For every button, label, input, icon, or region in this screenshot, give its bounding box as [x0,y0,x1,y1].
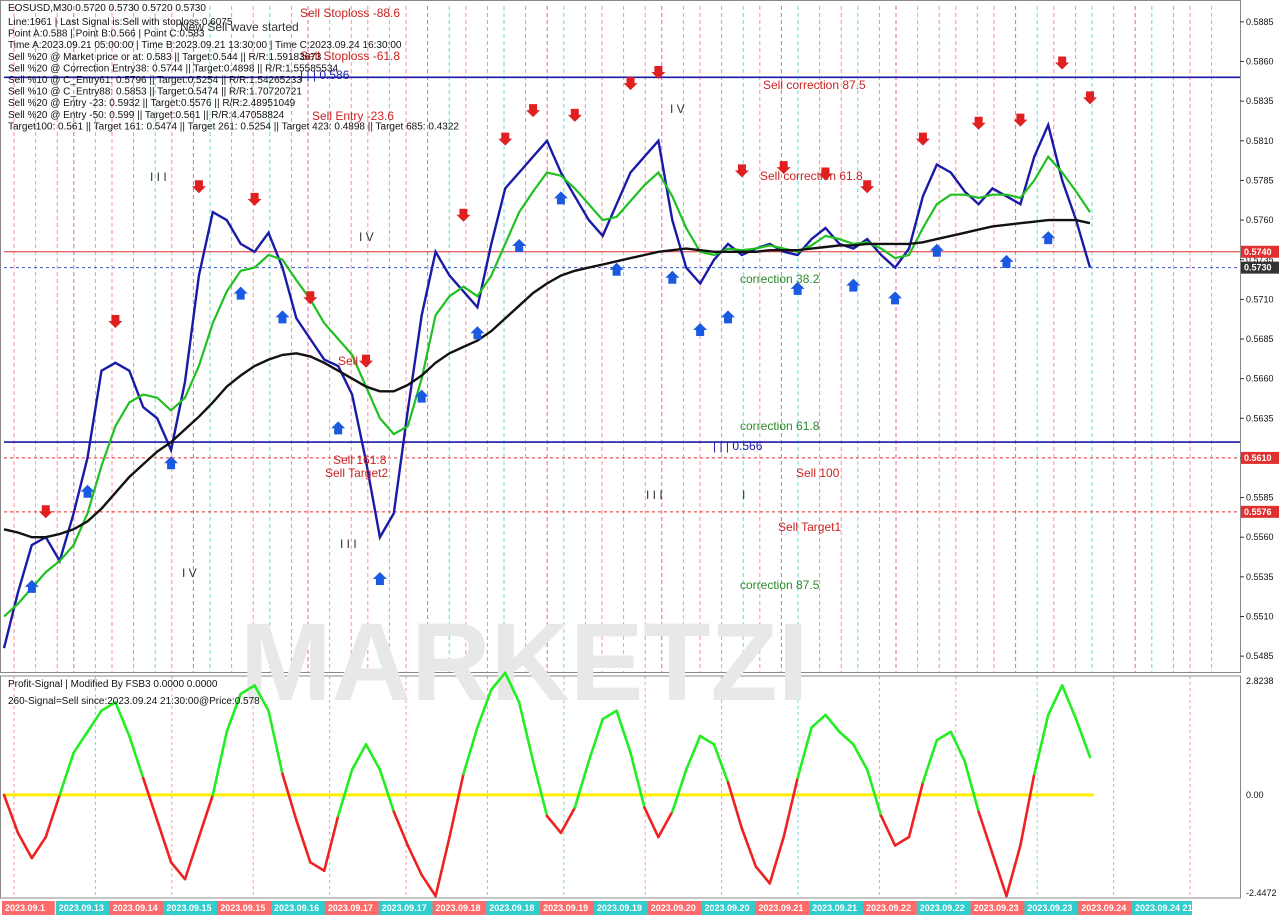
date-tag-label: 2023.09.1 [5,903,45,913]
y-tick-label: 0.5535 [1246,572,1274,582]
y-tick-label: 0.5860 [1246,57,1274,67]
osc-axis-label: -2.4472 [1246,888,1277,898]
date-tag-label: 2023.09.19 [597,903,642,913]
info-line: Point A:0.588 | Point B:0.566 | Point C:… [8,29,205,40]
y-tick-label: 0.5810 [1246,136,1274,146]
price-tag-label: 0.5576 [1244,507,1272,517]
chart-canvas: MARKETZI Sell Stoploss -88.6New Sell wav… [0,0,1280,920]
date-tag-label: 2023.09.24 21:00 [1135,903,1206,913]
date-tag-label: 2023.09.22 [920,903,965,913]
date-tag-label: 2023.09.21 [758,903,803,913]
date-tag-label: 2023.09.15 [220,903,265,913]
date-tag-label: 2023.09.18 [435,903,480,913]
date-tag-label: 2023.09.21 [812,903,857,913]
annotation-label: correction 61.8 [740,419,820,433]
annotation-label: I V [359,230,374,244]
annotation-label: Sell [338,354,358,368]
y-tick-label: 0.5885 [1246,17,1274,27]
annotation-label: Sell Target2 [325,466,388,480]
date-tag-label: 2023.09.17 [382,903,427,913]
annotation-label: I [742,488,745,502]
y-tick-label: 0.5835 [1246,96,1274,106]
y-tick-label: 0.5585 [1246,493,1274,503]
annotation-label: | | | 0.566 [713,439,763,453]
annotation-label: correction 38.2 [740,272,820,286]
annotation-label: I I I [340,537,357,551]
annotation-label: correction 87.5 [740,578,820,592]
info-line: Line:1961 | Last Signal is:Sell with sto… [8,17,233,28]
y-tick-label: 0.5660 [1246,374,1274,384]
annotation-label: Sell correction 61.8 [760,169,863,183]
info-line: Target100: 0.561 || Target 161: 0.5474 |… [8,121,459,132]
date-tag-label: 2023.09.16 [274,903,319,913]
annotation-label: I V [182,566,197,580]
date-tag-label: 2023.09.14 [113,903,158,913]
info-line: Sell %10 @ C_Entry61: 0.5796 || Target:0… [8,75,302,86]
info-line: Sell %20 @ Entry -23: 0.5932 || Target:0… [8,98,296,109]
osc-axis-label: 2.8238 [1246,676,1274,686]
annotation-label: I I I [150,170,167,184]
date-tag-label: 2023.09.19 [543,903,588,913]
y-tick-label: 0.5760 [1246,215,1274,225]
annotation-label: Sell correction 87.5 [763,78,866,92]
info-line: Sell %20 @ Correction Entry38: 0.5744 ||… [8,63,338,74]
date-tag-label: 2023.09.15 [166,903,211,913]
y-tick-label: 0.5710 [1246,294,1274,304]
annotation-label: Sell Stoploss -88.6 [300,6,400,20]
info-line: Sell %10 @ C_Entry88: 0.5853 || Target:0… [8,87,302,98]
y-tick-label: 0.5785 [1246,175,1274,185]
info-line: Sell %20 @ Entry -50: 0.599 || Target:0.… [8,110,285,121]
date-tag-label: 2023.09.18 [489,903,534,913]
date-tag-label: 2023.09.22 [866,903,911,913]
annotation-label: Sell 161.8 [333,453,387,467]
annotation-label: I V [670,102,685,116]
symbol-line: EOSUSD,M30 0.5720 0.5730 0.5720 0.5730 [8,3,206,14]
annotation-label: Sell 100 [796,466,840,480]
osc-axis-label: 0.00 [1246,790,1264,800]
y-tick-label: 0.5485 [1246,651,1274,661]
date-tag-label: 2023.09.23 [1027,903,1072,913]
indicator-signal-line: 260-Signal=Sell since:2023.09.24 21:30:0… [8,696,260,707]
date-tag-label: 2023.09.20 [705,903,750,913]
y-tick-label: 0.5560 [1246,532,1274,542]
y-tick-label: 0.5685 [1246,334,1274,344]
info-line: Time A:2023.09.21 05:00:00 | Time B:2023… [8,40,402,51]
annotation-label: I I I [646,488,663,502]
indicator-title: Profit-Signal | Modified By FSB3 0.0000 … [8,679,218,690]
y-tick-label: 0.5635 [1246,413,1274,423]
date-tag-label: 2023.09.17 [328,903,373,913]
date-tag-label: 2023.09.24 [1081,903,1126,913]
time-axis: 2023.09.1 2023.09.13 2023.09.14 2023.09.15 2… [0,899,1240,920]
price-tag-label: 0.5610 [1244,453,1272,463]
price-tag-label: 0.5740 [1244,247,1272,257]
watermark: MARKETZI [240,601,808,724]
date-tag-label: 2023.09.23 [974,903,1019,913]
chart-background [0,0,1280,920]
info-line: Sell %20 @ Market price or at: 0.583 || … [8,52,322,63]
date-tag-label: 2023.09.20 [651,903,696,913]
price-tag-label: 0.5730 [1244,263,1272,273]
annotation-label: Sell Target1 [778,520,841,534]
y-tick-label: 0.5510 [1246,612,1274,622]
date-tag-label: 2023.09.13 [59,903,104,913]
